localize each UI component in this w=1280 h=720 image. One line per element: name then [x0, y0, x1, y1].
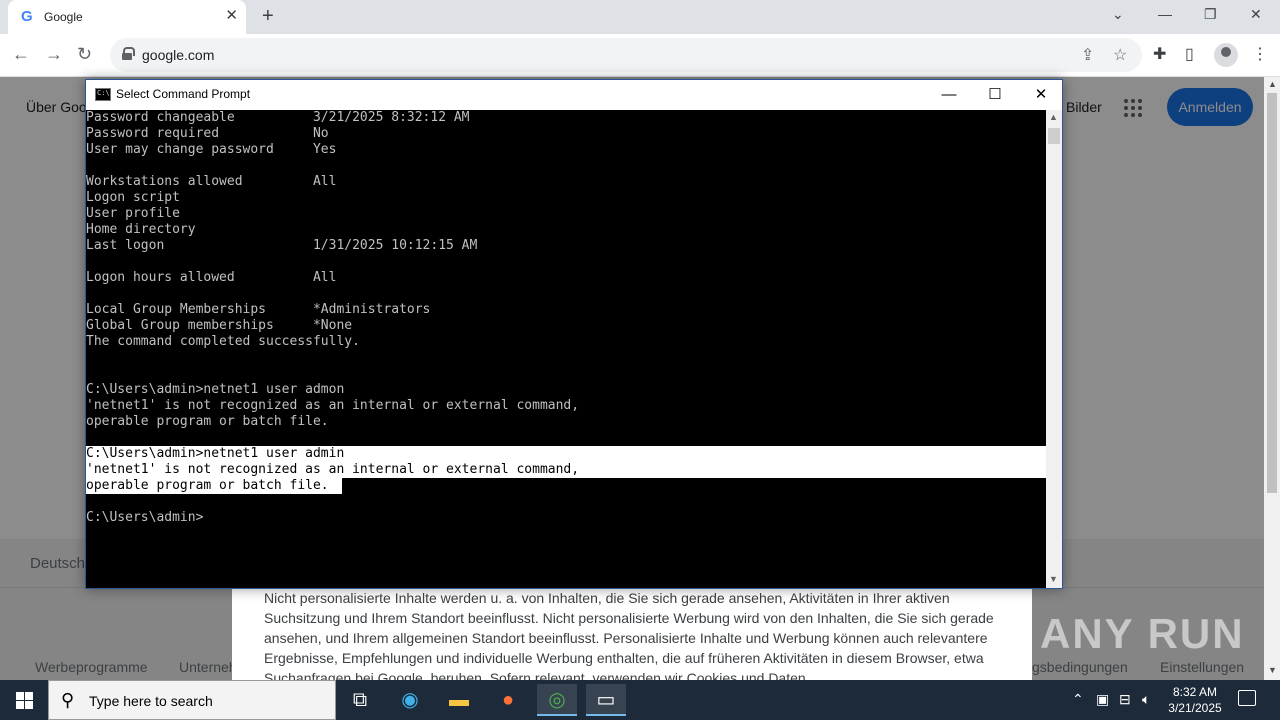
page-scroll-thumb[interactable]	[1267, 93, 1277, 493]
cmd-line: Home directory	[86, 222, 196, 237]
chrome-taskbar-icon[interactable]: ◎	[537, 684, 577, 716]
tray-device-icon[interactable]: ▣	[1096, 691, 1109, 708]
taskbar-search-box[interactable]: ⚲ Type here to search	[48, 680, 336, 720]
tray-volume-icon[interactable]: 🔈︎	[1142, 691, 1150, 708]
cmd-prompt-line: C:\Users\admin>	[86, 510, 204, 525]
consent-overlay-left	[0, 587, 232, 680]
cmd-line: Local Group Memberships *Administrators	[86, 302, 431, 317]
cmd-line: operable program or batch file.	[86, 414, 329, 429]
clock-date: 3/21/2025	[1168, 701, 1222, 715]
cmd-line: Last logon 1/31/2025 10:12:15 AM	[86, 238, 478, 253]
tray-chevron-up-icon[interactable]: ⌃	[1072, 691, 1084, 708]
cmd-output[interactable]: Password changeable 3/21/2025 8:32:12 AM…	[86, 110, 1046, 588]
tab-close-icon[interactable]: ✕	[225, 8, 238, 24]
cmd-close-icon[interactable]: ✕	[1018, 84, 1064, 106]
cmd-titlebar[interactable]: Select Command Prompt — ☐ ✕	[86, 80, 1062, 110]
search-icon: ⚲	[61, 690, 75, 710]
cmd-title: Select Command Prompt	[116, 87, 251, 101]
menu-kebab-icon[interactable]: ⋮	[1252, 44, 1268, 64]
cmd-taskbar-icon[interactable]: ▭	[586, 684, 626, 716]
cmd-line: Password required No	[86, 126, 329, 141]
cmd-line: Workstations allowed All	[86, 174, 337, 189]
taskbar-search-placeholder: Type here to search	[89, 693, 213, 709]
consent-text: Nicht personalisierte Inhalte werden u. …	[264, 590, 994, 680]
consent-dialog: Nicht personalisierte Inhalte werden u. …	[232, 588, 1032, 680]
cmd-line: User profile	[86, 206, 180, 221]
notification-center-icon[interactable]	[1238, 690, 1256, 706]
cmd-line-selected: operable program or batch file.	[86, 478, 342, 494]
clock-time: 8:32 AM	[1172, 685, 1218, 699]
browser-restore-icon[interactable]: ❐	[1204, 6, 1217, 23]
task-view-icon[interactable]: ⧉	[340, 684, 380, 716]
new-tab-icon[interactable]: +	[262, 5, 274, 28]
cmd-line: User may change password Yes	[86, 142, 337, 157]
cmd-line: Logon script	[86, 190, 180, 205]
lock-icon[interactable]	[122, 47, 135, 61]
cmd-scrollbar[interactable]: ▲ ▼	[1046, 110, 1062, 588]
cmd-scroll-up-icon[interactable]: ▲	[1049, 112, 1058, 122]
cmd-line: 'netnet1' is not recognized as an intern…	[86, 398, 580, 413]
tray-network-icon[interactable]: ⊟	[1119, 691, 1131, 708]
cmd-minimize-icon[interactable]: —	[926, 84, 972, 106]
bookmark-star-icon[interactable]: ☆	[1113, 45, 1127, 65]
cmd-scroll-thumb[interactable]	[1048, 128, 1060, 144]
cmd-line-selected: 'netnet1' is not recognized as an intern…	[86, 462, 1046, 478]
edge-browser-icon[interactable]: ◉	[390, 684, 430, 716]
extensions-puzzle-icon[interactable]: ✚	[1153, 44, 1166, 64]
cmd-line-selected: C:\Users\admin>netnet1 user admin	[86, 446, 1046, 462]
cmd-app-icon	[95, 88, 111, 101]
share-icon[interactable]: ⇪	[1081, 45, 1094, 65]
cmd-line: Logon hours allowed All	[86, 270, 337, 285]
side-panel-icon[interactable]: ▯	[1185, 44, 1194, 64]
browser-tabstrip: G Google ✕ + ⌄ — ❐ ✕	[0, 0, 1280, 34]
firefox-icon[interactable]: ●	[488, 684, 528, 716]
url-text[interactable]: google.com	[142, 47, 214, 63]
browser-toolbar: ← → ↻ google.com ⇪ ☆ ✚ ▯ ⋮	[0, 34, 1280, 77]
tab-search-chevron-icon[interactable]: ⌄	[1112, 6, 1124, 23]
cmd-line: C:\Users\admin>netnet1 user admon	[86, 382, 345, 397]
page-scrollbar[interactable]: ▲ ▼	[1264, 77, 1280, 680]
scroll-down-icon[interactable]: ▼	[1268, 665, 1277, 675]
command-prompt-window[interactable]: Select Command Prompt — ☐ ✕ Password cha…	[85, 79, 1063, 589]
browser-close-icon[interactable]: ✕	[1250, 6, 1262, 23]
profile-avatar-icon[interactable]	[1214, 43, 1238, 67]
browser-tab[interactable]: G Google ✕	[8, 0, 246, 34]
cmd-scroll-down-icon[interactable]: ▼	[1049, 574, 1058, 584]
windows-taskbar: ⚲ Type here to search ⧉ ◉ ▬ ● ◎ ▭ ⌃ ▣ ⊟ …	[0, 680, 1280, 720]
google-favicon-icon: G	[21, 8, 33, 25]
cmd-maximize-icon[interactable]: ☐	[972, 84, 1018, 106]
cmd-line: The command completed successfully.	[86, 334, 360, 349]
tab-title: Google	[44, 10, 83, 24]
cmd-line: Global Group memberships *None	[86, 318, 353, 333]
scroll-up-icon[interactable]: ▲	[1268, 79, 1277, 89]
windows-start-icon[interactable]	[0, 680, 48, 720]
browser-minimize-icon[interactable]: —	[1158, 6, 1172, 22]
reload-icon[interactable]: ↻	[77, 44, 92, 65]
back-arrow-icon[interactable]: ←	[12, 44, 30, 65]
address-bar[interactable]: google.com ⇪ ☆	[110, 38, 1142, 72]
taskbar-clock[interactable]: 8:32 AM 3/21/2025	[1160, 684, 1230, 716]
anyrun-watermark: ANY RUN	[1040, 610, 1245, 657]
file-explorer-icon[interactable]: ▬	[439, 684, 479, 716]
forward-arrow-icon[interactable]: →	[45, 44, 63, 65]
cmd-line: Password changeable 3/21/2025 8:32:12 AM	[86, 110, 470, 125]
